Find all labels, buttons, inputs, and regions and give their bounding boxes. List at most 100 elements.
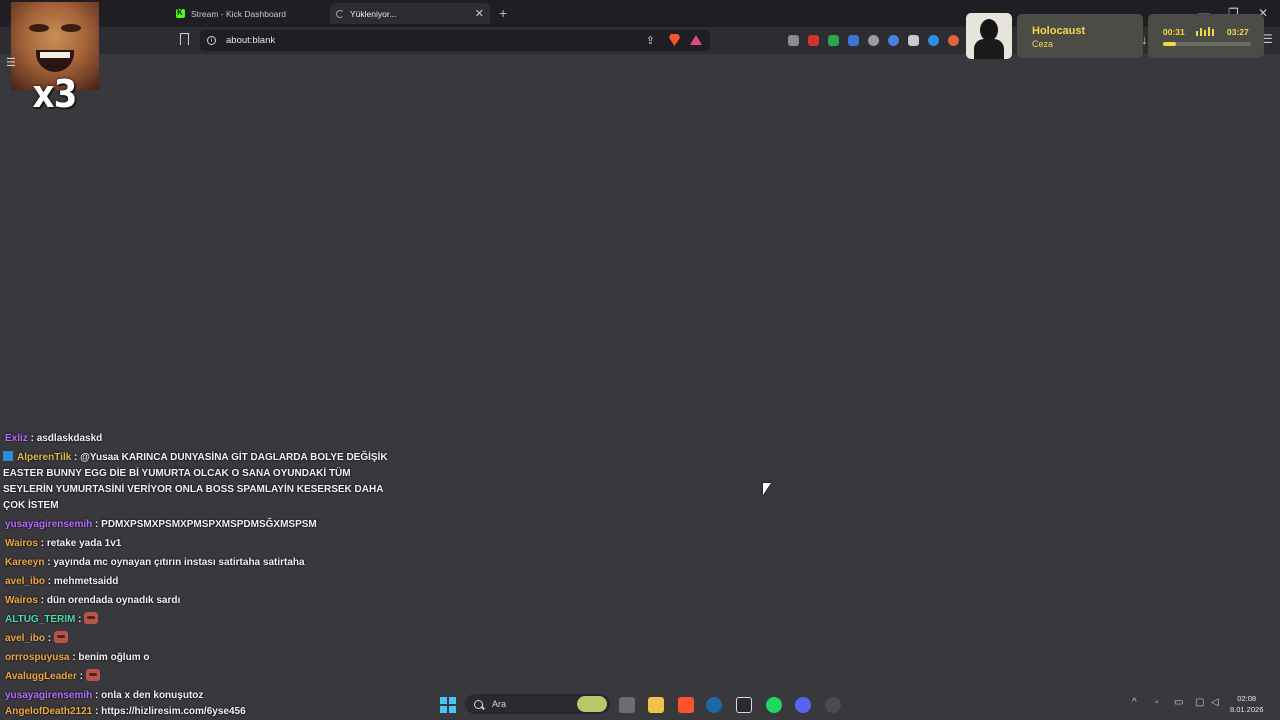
share-icon[interactable]: ⇪ [646,34,655,47]
face-eye [61,24,81,32]
obs-icon[interactable] [825,697,841,713]
artist-silhouette [974,39,1004,59]
chat-username: yusayagirensemih [5,519,93,530]
translate-icon[interactable] [848,35,859,46]
mouse-cursor [763,483,771,495]
chat-message: Exliz : asdlaskdaskd [3,431,393,447]
combo-counter: x3 [32,72,77,116]
chat-overlay: Exliz : asdlaskdaskd AlperenTilk : @Yusaa… [3,431,393,717]
chat-message: yusayagirensemih : PDMXPSMXPSMXPMSPXMSPD… [3,517,393,533]
chat-separator: : [92,706,102,717]
chat-separator: : [92,519,102,530]
extension-icon[interactable] [908,35,919,46]
chat-username: avel_ibo [5,576,46,587]
tab-kick-dashboard[interactable]: Stream - Kick Dashboard [170,3,330,24]
subscriber-badge-icon [3,451,13,461]
discord-icon[interactable] [795,697,811,713]
extension-icon[interactable] [788,35,799,46]
chat-separator: : [76,671,86,682]
volume-icon[interactable]: ◁ [1211,697,1219,708]
chat-separator: : [75,614,85,625]
start-windows-icon[interactable] [440,697,456,713]
chat-message: AvaluggLeader : [3,669,393,685]
new-tab-button[interactable]: + [499,5,507,21]
close-tab-icon[interactable]: ✕ [475,7,484,20]
chat-separator: : [71,452,81,463]
face-teeth [40,52,70,58]
kick-icon [176,8,185,18]
store-icon[interactable] [619,697,635,713]
chat-message: orrrospuyusa : benim oğlum o [3,650,393,666]
file-explorer-icon[interactable] [648,697,664,713]
epic-games-icon[interactable] [736,697,752,713]
current-time: 00:31 [1163,27,1185,37]
extension-icon[interactable] [808,35,819,46]
tray-overflow-icon[interactable]: ^ [1132,697,1137,708]
chat-username: Wairos [5,538,38,549]
tab-title: Stream - Kick Dashboard [191,8,286,19]
chat-separator: : [37,538,47,549]
chat-emote-icon [53,631,68,643]
now-playing-progress: 00:31 03:27 [1148,14,1264,58]
chat-text: yayında mc oynayan çıtırın instası satir… [53,557,305,568]
chat-username: Kareeyn [5,557,45,568]
track-artist: Ceza [1032,39,1054,49]
chat-message: AngelofDeath2121 : https://hizliresim.co… [3,704,246,720]
tab-title: Yükleniyor... [350,8,397,19]
chat-text: retake yada 1v1 [46,538,122,549]
brave-rewards-icon[interactable] [690,35,702,45]
chat-message: yusayagirensemih : onla x den konuşutoz [3,688,393,704]
loading-spinner-icon [336,9,344,18]
track-title: Holocaust [1032,25,1086,37]
track-duration: 03:27 [1227,27,1249,37]
extension-icon[interactable] [948,35,959,46]
face-eye [29,24,49,32]
chat-message: ALTUG_TERIM : [3,612,393,628]
brave-icon[interactable] [678,697,694,713]
equalizer-icon [1196,27,1214,36]
keyboard-icon[interactable]: ▭ [1174,697,1183,708]
tab-loading[interactable]: Yükleniyor... ✕ [330,3,490,24]
display-icon[interactable]: ▢ [1195,697,1204,708]
system-clock[interactable]: 02:08 8.01.2026 [1230,693,1263,715]
chat-emote-icon [85,669,100,681]
clock-date: 8.01.2026 [1230,705,1264,714]
search-highlight-icon[interactable] [577,696,607,712]
chat-text: onla x den konuşutoz [101,690,204,701]
chat-message: AlperenTilk : @Yusaa KARINCA DUNYASİNA G… [3,450,393,514]
chat-text: PDMXPSMXPSMXPMSPXMSPDMSĞXMSPSM [101,519,317,530]
url-text[interactable]: about:blank [226,35,275,46]
extension-icon[interactable] [868,35,879,46]
chat-text: mehmetsaidd [53,576,119,587]
drive-icon[interactable] [828,35,839,46]
chat-username: ALTUG_TERIM [5,614,76,625]
sidebar-toggle-icon[interactable]: ☰ [6,56,16,69]
chat-username: AlperenTilk [17,452,72,463]
extension-icon[interactable] [888,35,899,46]
chat-separator: : [37,595,47,606]
steam-icon[interactable] [706,697,722,713]
site-info-icon[interactable]: i [207,36,216,45]
chat-message: Wairos : dün orendada oynadık sardı [3,593,393,609]
chat-message: avel_ibo : mehmetsaidd [3,574,393,590]
spotify-icon[interactable] [766,697,782,713]
chat-emote-icon [84,612,99,624]
album-art [966,13,1012,59]
bookmark-icon[interactable] [180,33,189,45]
extension-icon[interactable] [928,35,939,46]
address-bar[interactable]: i about:blank ⇪ [200,30,710,51]
clock-time: 02:08 [1237,694,1257,703]
brave-shields-icon[interactable] [669,34,680,46]
chat-username: Exliz [5,433,28,444]
search-placeholder: Ara [492,699,507,709]
now-playing-info: Holocaust Ceza [1017,14,1143,58]
chat-username: yusayagirensemih [5,690,93,701]
chat-username: AngelofDeath2121 [5,706,93,717]
chat-message: Kareeyn : yayında mc oynayan çıtırın ins… [3,555,393,571]
chat-username: orrrospuyusa [5,652,70,663]
chat-message: avel_ibo : [3,631,393,647]
chat-text: asdlaskdaskd [36,433,103,444]
chat-separator: : [27,433,37,444]
microphone-icon[interactable]: ◦ [1155,697,1159,708]
progress-bar [1163,42,1251,46]
